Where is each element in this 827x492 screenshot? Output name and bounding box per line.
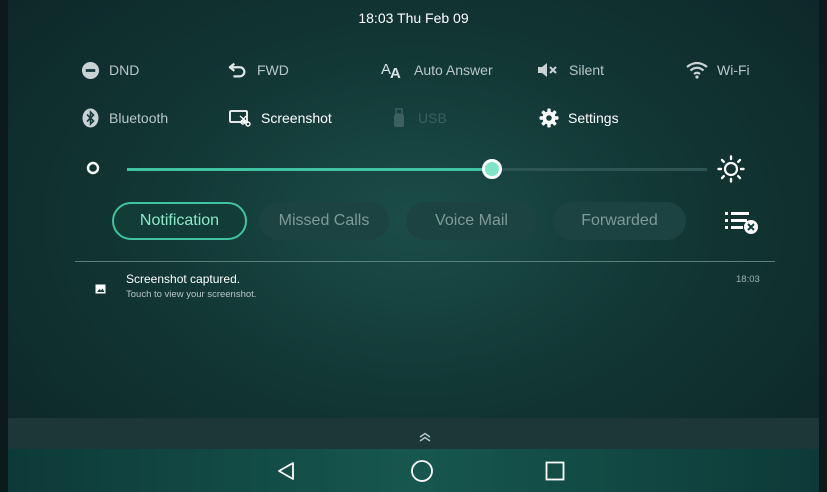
brightness-slider-fill xyxy=(127,168,493,171)
brightness-low-icon xyxy=(86,161,100,180)
bluetooth-icon xyxy=(80,108,100,128)
notification-time: 18:03 xyxy=(736,274,760,285)
qs-screenshot[interactable]: Screenshot xyxy=(228,108,332,128)
recents-icon[interactable] xyxy=(545,461,565,481)
qs-fwd[interactable]: FWD xyxy=(228,60,289,80)
speaker-mute-icon xyxy=(536,60,560,80)
qs-settings[interactable]: Settings xyxy=(539,108,619,128)
qs-auto-answer-label: Auto Answer xyxy=(414,62,493,78)
qs-dnd-label: DND xyxy=(109,62,140,78)
gear-icon xyxy=(539,108,559,128)
screenshot-icon xyxy=(228,108,252,128)
qs-settings-label: Settings xyxy=(568,110,619,126)
usb-icon xyxy=(389,108,409,128)
home-icon[interactable] xyxy=(410,459,434,483)
brightness-slider-thumb[interactable] xyxy=(482,159,503,179)
tab-forwarded[interactable]: Forwarded xyxy=(553,202,686,240)
qs-usb[interactable]: USB xyxy=(389,108,447,128)
divider xyxy=(75,261,775,262)
tab-notification[interactable]: Notification xyxy=(112,202,247,240)
qs-auto-answer[interactable]: AA Auto Answer xyxy=(381,60,493,80)
back-icon[interactable] xyxy=(276,461,296,481)
clear-all-icon[interactable] xyxy=(723,209,761,240)
notification-panel: 18:03 Thu Feb 09 DND FWD AA Auto Answer … xyxy=(8,0,819,492)
svg-text:A: A xyxy=(390,65,401,79)
qs-wifi-label: Wi-Fi xyxy=(717,62,750,78)
brightness-high-icon xyxy=(717,155,745,188)
tab-voice-mail[interactable]: Voice Mail xyxy=(406,202,537,240)
panel-handle-bar[interactable] xyxy=(8,418,819,449)
tab-missed-calls[interactable]: Missed Calls xyxy=(259,202,389,240)
wifi-icon xyxy=(686,60,708,80)
image-icon xyxy=(95,281,106,299)
qs-fwd-label: FWD xyxy=(257,62,289,78)
brightness-slider[interactable] xyxy=(127,159,707,179)
notification-title: Screenshot captured. xyxy=(126,272,241,286)
navigation-bar xyxy=(8,449,819,492)
qs-dnd[interactable]: DND xyxy=(80,60,139,80)
dnd-icon xyxy=(80,60,100,80)
qs-silent[interactable]: Silent xyxy=(536,60,604,80)
auto-answer-icon: AA xyxy=(381,60,405,80)
qs-silent-label: Silent xyxy=(569,62,605,78)
qs-screenshot-label: Screenshot xyxy=(261,110,332,126)
qs-bluetooth-label: Bluetooth xyxy=(109,110,169,126)
qs-usb-label: USB xyxy=(418,110,447,126)
forward-icon xyxy=(228,60,248,80)
qs-wifi[interactable]: Wi-Fi xyxy=(686,60,750,80)
qs-bluetooth[interactable]: Bluetooth xyxy=(80,108,168,128)
collapse-chevron-icon[interactable] xyxy=(418,429,432,447)
status-bar-time: 18:03 Thu Feb 09 xyxy=(358,10,469,26)
notification-subtitle: Touch to view your screenshot. xyxy=(126,289,257,300)
